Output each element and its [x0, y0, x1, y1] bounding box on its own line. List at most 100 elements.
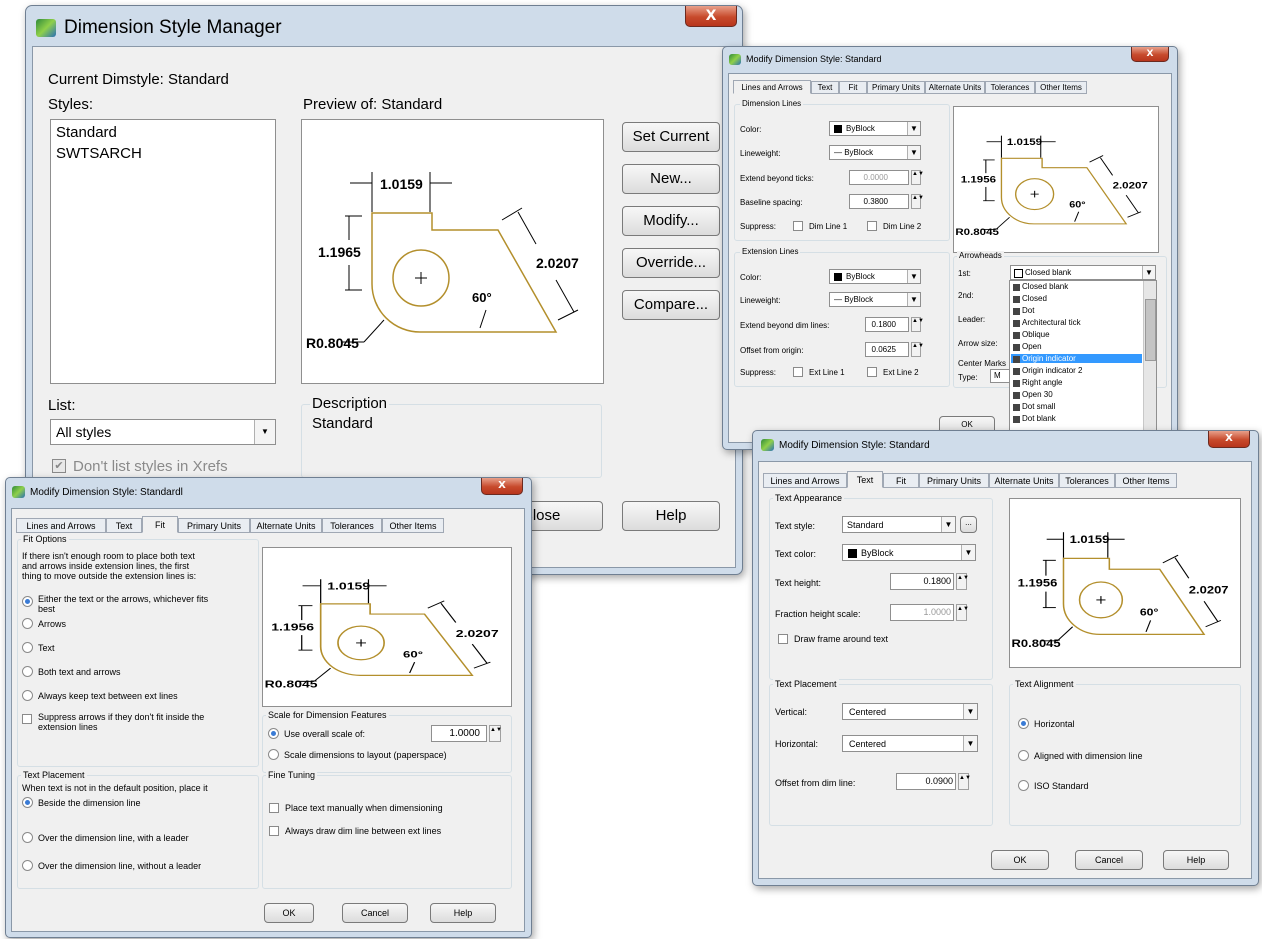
arrowhead-dropdown-list[interactable]: Closed blank Closed Dot Architectural ti… — [1009, 280, 1157, 437]
extend-ticks-input[interactable]: 0.0000 — [849, 170, 909, 185]
list-item-selected[interactable]: Origin indicator — [1011, 354, 1142, 363]
first-arrow-select[interactable]: Closed blank ▼ — [1010, 265, 1156, 280]
list-item[interactable]: Dot blank — [1022, 414, 1056, 423]
spinner-icon[interactable]: ▲▼ — [489, 725, 502, 742]
list-item[interactable]: Origin indicator 2 — [1022, 366, 1082, 375]
tab-alternate-units[interactable]: Alternate Units — [989, 473, 1059, 488]
radio-either[interactable] — [22, 596, 33, 607]
radio-scale-layout[interactable] — [268, 749, 279, 760]
tab-other-items[interactable]: Other Items — [1035, 81, 1087, 94]
draw-frame-checkbox[interactable] — [778, 634, 788, 644]
tab-other-items[interactable]: Other Items — [382, 518, 444, 533]
tab-other-items[interactable]: Other Items — [1115, 473, 1177, 488]
tab-text[interactable]: Text — [811, 81, 839, 94]
radio-overall-scale[interactable] — [268, 728, 279, 739]
help-button[interactable]: Help — [430, 903, 496, 923]
tab-primary-units[interactable]: Primary Units — [178, 518, 250, 533]
ok-button[interactable]: OK — [264, 903, 314, 923]
list-select[interactable]: All styles ▼ — [50, 419, 276, 445]
spinner-icon[interactable]: ▲▼ — [956, 604, 969, 621]
radio-keep[interactable] — [22, 690, 33, 701]
spinner-icon[interactable]: ▲▼ — [911, 170, 924, 185]
xrefs-checkbox[interactable]: ✔ — [52, 459, 66, 473]
text-color-select[interactable]: ByBlock ▼ — [842, 544, 976, 561]
list-item[interactable]: Standard — [56, 124, 117, 141]
chevron-down-icon[interactable]: ▼ — [907, 293, 920, 306]
chevron-down-icon[interactable]: ▼ — [961, 545, 975, 560]
list-item[interactable]: Closed blank — [1022, 282, 1068, 291]
fraction-height-input[interactable]: 1.0000 — [890, 604, 954, 621]
tab-tolerances[interactable]: Tolerances — [1059, 473, 1115, 488]
help-button[interactable]: Help — [622, 501, 720, 531]
spinner-icon[interactable]: ▲▼ — [911, 194, 924, 209]
new-button[interactable]: New... — [622, 164, 720, 194]
ext-color-select[interactable]: ByBlock ▼ — [829, 269, 921, 284]
chevron-down-icon[interactable]: ▼ — [941, 517, 955, 532]
radio-align-iso[interactable] — [1018, 780, 1029, 791]
text-height-input[interactable]: 0.1800 — [890, 573, 954, 590]
radio-over-leader[interactable] — [22, 832, 33, 843]
tab-alternate-units[interactable]: Alternate Units — [250, 518, 322, 533]
tab-alternate-units[interactable]: Alternate Units — [925, 81, 985, 94]
tab-primary-units[interactable]: Primary Units — [919, 473, 989, 488]
list-item[interactable]: Open — [1022, 342, 1042, 351]
list-item[interactable]: Right angle — [1022, 378, 1062, 387]
radio-text[interactable] — [22, 642, 33, 653]
chevron-down-icon[interactable]: ▼ — [1142, 266, 1155, 279]
offset-dim-input[interactable]: 0.0900 — [896, 773, 956, 790]
list-item[interactable]: SWTSARCH — [56, 145, 142, 162]
chevron-down-icon[interactable]: ▼ — [254, 420, 275, 444]
offset-input[interactable]: 0.0625 — [865, 342, 909, 357]
spinner-icon[interactable]: ▲▼ — [958, 773, 971, 790]
chevron-down-icon[interactable]: ▼ — [963, 704, 977, 719]
ext-line2-checkbox[interactable] — [867, 367, 877, 377]
ok-button[interactable]: OK — [991, 850, 1049, 870]
fine-always-checkbox[interactable] — [269, 826, 279, 836]
cancel-button[interactable]: Cancel — [342, 903, 408, 923]
radio-align-horizontal[interactable] — [1018, 718, 1029, 729]
text-style-browse-button[interactable]: ... — [960, 516, 977, 533]
override-button[interactable]: Override... — [622, 248, 720, 278]
tab-fit[interactable]: Fit — [883, 473, 919, 488]
radio-over-noleader[interactable] — [22, 860, 33, 871]
baseline-input[interactable]: 0.3800 — [849, 194, 909, 209]
list-item[interactable]: Architectural tick — [1022, 318, 1081, 327]
chevron-down-icon[interactable]: ▼ — [907, 122, 920, 135]
tab-tolerances[interactable]: Tolerances — [322, 518, 382, 533]
list-item[interactable]: Oblique — [1022, 330, 1050, 339]
radio-both[interactable] — [22, 666, 33, 677]
dim-lineweight-select[interactable]: — ByBlock ▼ — [829, 145, 921, 160]
chevron-down-icon[interactable]: ▼ — [907, 146, 920, 159]
extend-dim-input[interactable]: 0.1800 — [865, 317, 909, 332]
dim-color-select[interactable]: ByBlock ▼ — [829, 121, 921, 136]
tab-fit[interactable]: Fit — [839, 81, 867, 94]
close-icon[interactable]: X — [481, 478, 523, 495]
suppress-arrows-checkbox[interactable] — [22, 714, 32, 724]
spinner-icon[interactable]: ▲▼ — [956, 573, 969, 590]
help-button[interactable]: Help — [1163, 850, 1229, 870]
cancel-button[interactable]: Cancel — [1075, 850, 1143, 870]
tab-fit[interactable]: Fit — [142, 516, 178, 533]
tab-text[interactable]: Text — [847, 471, 883, 488]
tab-lines-and-arrows[interactable]: Lines and Arrows — [763, 473, 847, 488]
modify-button[interactable]: Modify... — [622, 206, 720, 236]
vertical-select[interactable]: Centered ▼ — [842, 703, 978, 720]
list-item[interactable]: Dot small — [1022, 402, 1055, 411]
tab-text[interactable]: Text — [106, 518, 142, 533]
overall-scale-input[interactable]: 1.0000 — [431, 725, 487, 742]
chevron-down-icon[interactable]: ▼ — [907, 270, 920, 283]
fine-manual-checkbox[interactable] — [269, 803, 279, 813]
list-item[interactable]: Dot — [1022, 306, 1034, 315]
chevron-down-icon[interactable]: ▼ — [963, 736, 977, 751]
ext-line1-checkbox[interactable] — [793, 367, 803, 377]
styles-list[interactable]: Standard SWTSARCH — [50, 119, 276, 384]
dim-line2-checkbox[interactable] — [867, 221, 877, 231]
radio-align-aligned[interactable] — [1018, 750, 1029, 761]
dim-line1-checkbox[interactable] — [793, 221, 803, 231]
tab-tolerances[interactable]: Tolerances — [985, 81, 1035, 94]
radio-beside[interactable] — [22, 797, 33, 808]
close-icon[interactable]: X — [1131, 47, 1169, 62]
list-item[interactable]: Open 30 — [1022, 390, 1053, 399]
scrollbar[interactable] — [1143, 281, 1156, 436]
tab-lines-and-arrows[interactable]: Lines and Arrows — [16, 518, 106, 533]
